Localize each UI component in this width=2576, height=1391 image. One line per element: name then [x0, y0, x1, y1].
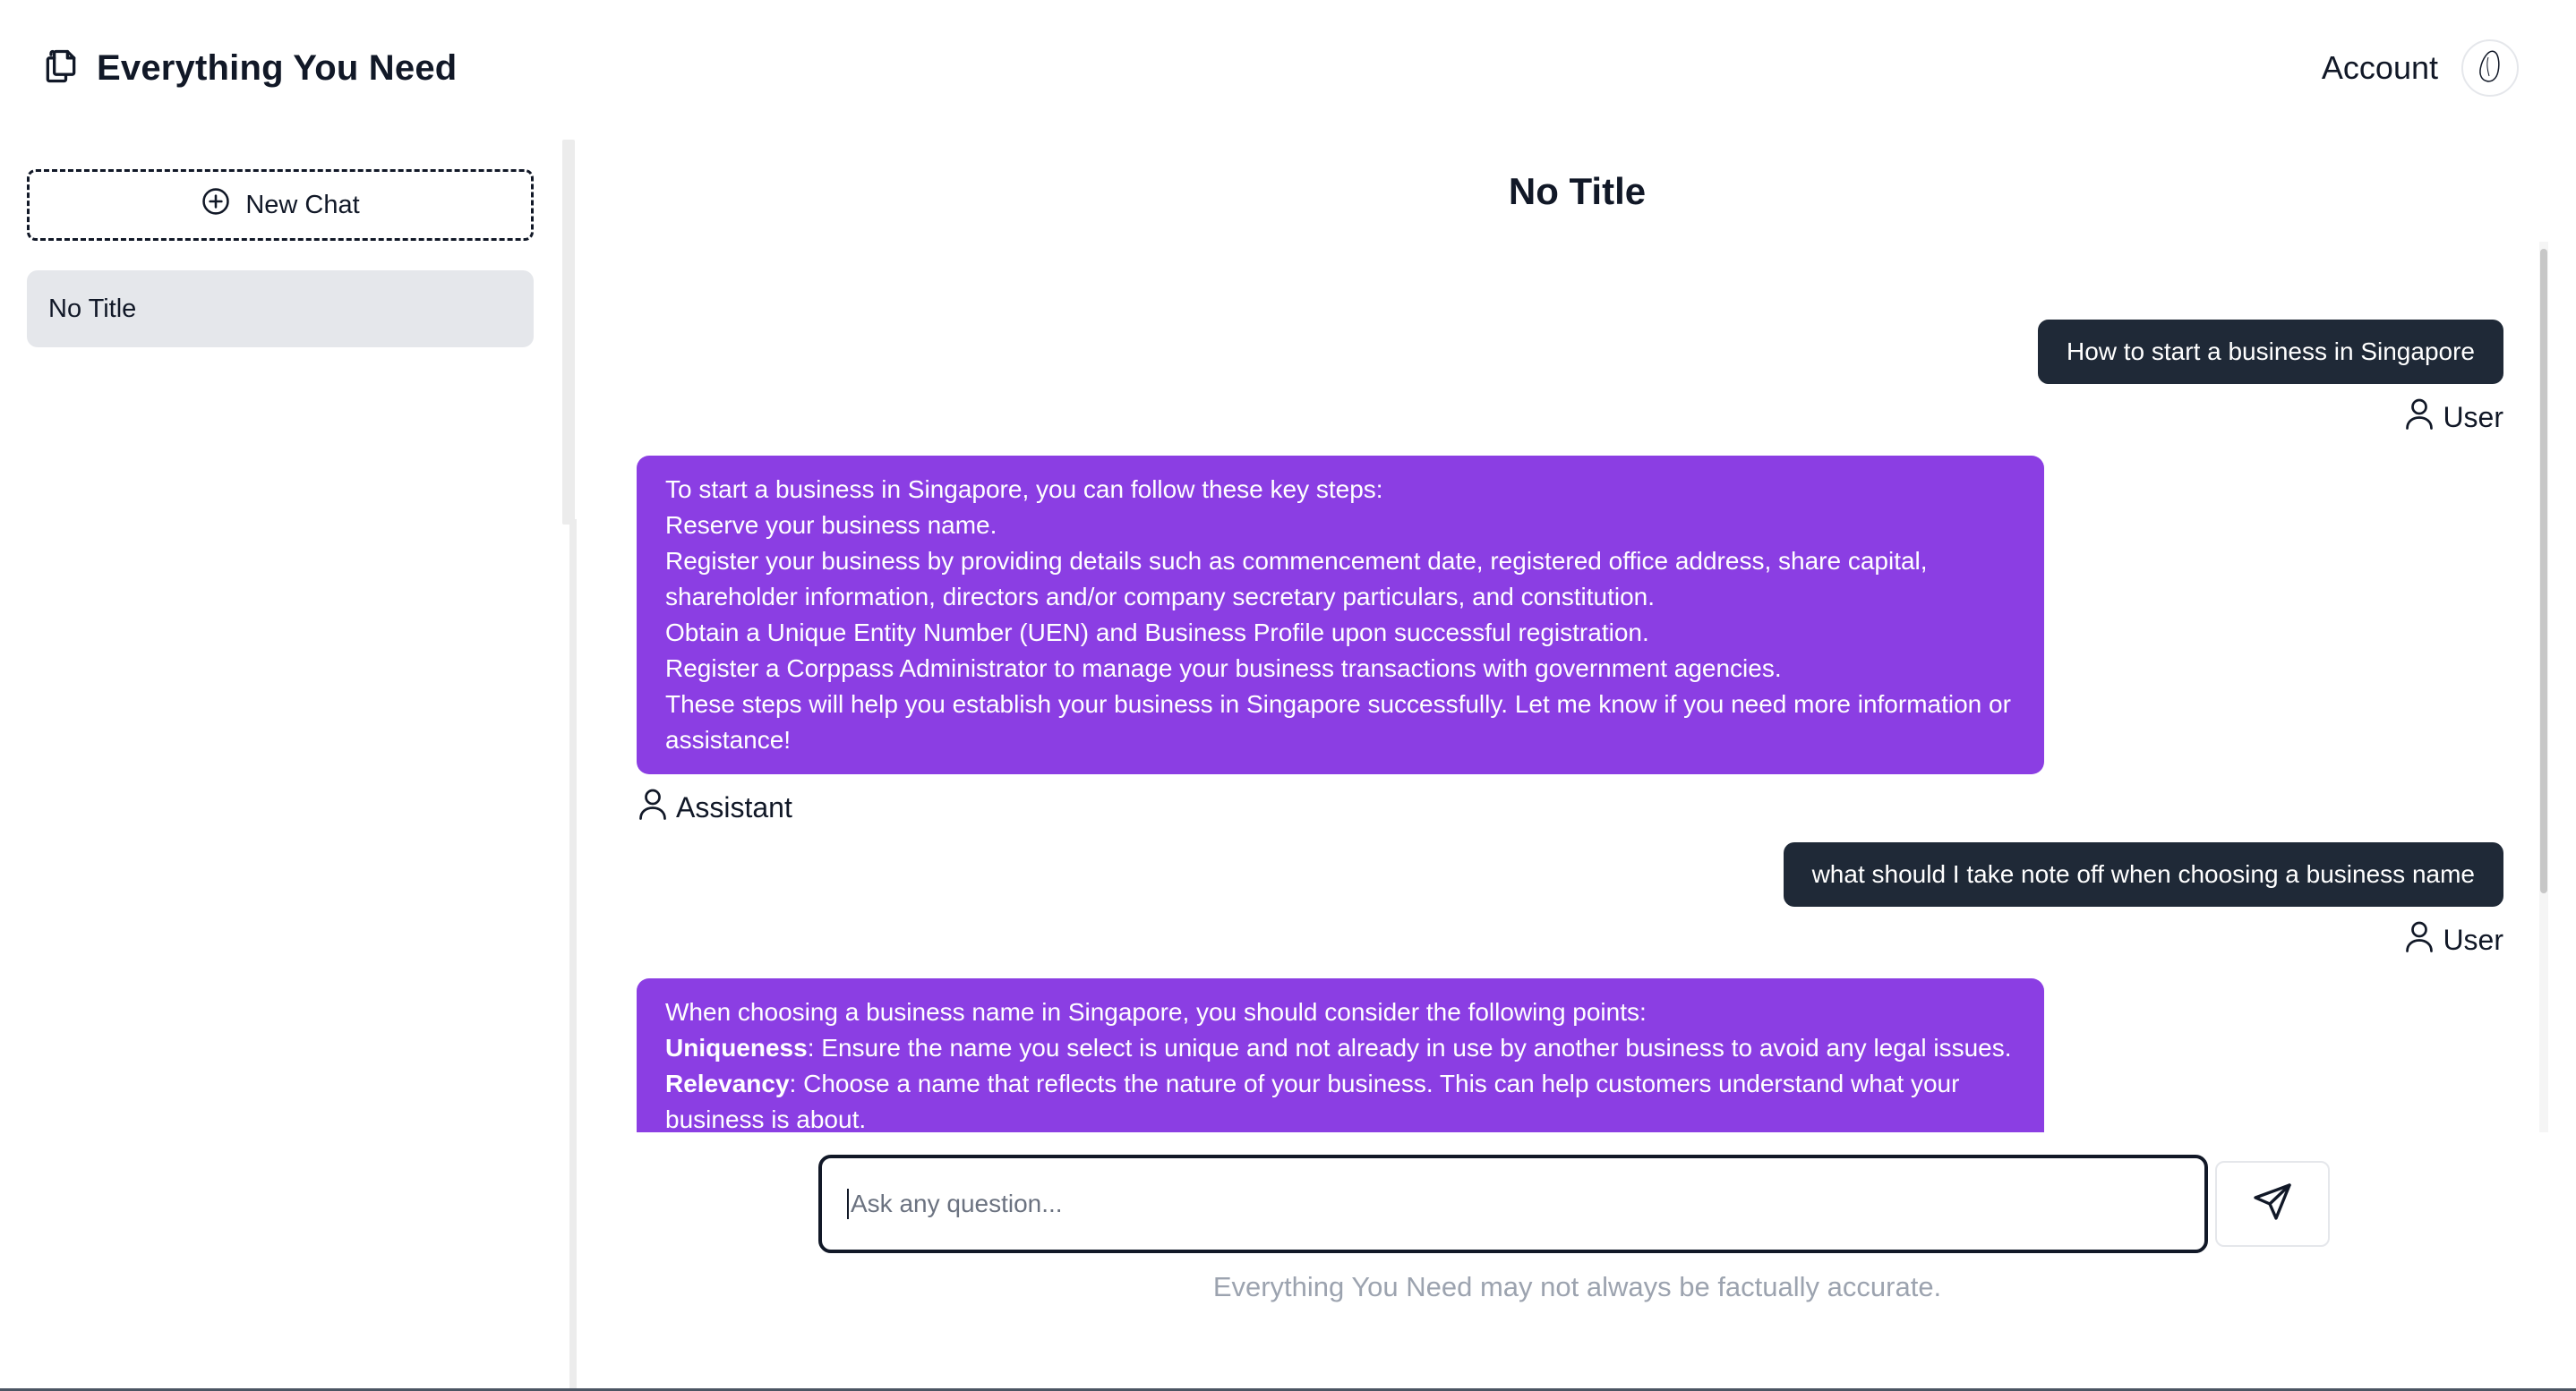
avatar-egg-icon: [2477, 48, 2503, 89]
message-role-assistant: Assistant: [637, 786, 792, 829]
message-text: what should I take note off when choosin…: [1811, 860, 2475, 888]
account-label[interactable]: Account: [2322, 49, 2438, 87]
assistant-message-bubble: When choosing a business name in Singapo…: [637, 978, 2044, 1132]
message-line: Reserve your business name.: [665, 511, 997, 539]
point-term: Uniqueness: [665, 1034, 808, 1062]
new-chat-label: New Chat: [245, 190, 360, 219]
message-line: To start a business in Singapore, you ca…: [665, 475, 1383, 503]
app-title: Everything You Need: [97, 48, 458, 88]
message-role-user: User: [2403, 396, 2503, 439]
role-label: User: [2443, 923, 2503, 956]
user-message-bubble: How to start a business in Singapore: [2037, 320, 2503, 384]
send-button[interactable]: [2215, 1161, 2330, 1247]
chat-scrollbar-thumb[interactable]: [2540, 249, 2547, 893]
point-term: Relevancy: [665, 1070, 790, 1097]
question-input[interactable]: [851, 1190, 2204, 1218]
account-menu[interactable]: Account: [2322, 39, 2519, 97]
text-caret: [847, 1189, 849, 1219]
role-label: User: [2443, 400, 2503, 433]
message-text: How to start a business in Singapore: [2066, 337, 2475, 365]
sidebar-scrollbar[interactable]: [562, 140, 575, 525]
message-list[interactable]: How to start a business in Singapore Use…: [578, 242, 2540, 1132]
message-line: These steps will help you establish your…: [665, 690, 2011, 754]
chat-item-title: No Title: [48, 294, 137, 323]
message-role-user: User: [2403, 918, 2503, 961]
new-chat-button[interactable]: New Chat: [27, 169, 534, 241]
message-point: Relevancy: Choose a name that reflects t…: [665, 1066, 2015, 1132]
app-header: Everything You Need Account: [0, 0, 2576, 140]
disclaimer-text: Everything You Need may not always be fa…: [1212, 1271, 1942, 1302]
message-line: Obtain a Unique Entity Number (UEN) and …: [665, 619, 1649, 646]
sidebar-divider[interactable]: [569, 519, 577, 1391]
plus-circle-icon: [201, 186, 231, 224]
brand[interactable]: Everything You Need: [41, 45, 457, 92]
role-label: Assistant: [676, 790, 792, 824]
send-icon: [2251, 1181, 2294, 1228]
assistant-message-bubble: To start a business in Singapore, you ca…: [637, 456, 2044, 774]
question-input-box[interactable]: [818, 1155, 2208, 1253]
chat-title: No Title: [1508, 170, 1647, 212]
user-icon: [2403, 396, 2435, 439]
sidebar-chat-item[interactable]: No Title: [27, 270, 534, 347]
message-point: Uniqueness: Ensure the name you select i…: [665, 1030, 2015, 1066]
copy-documents-icon: [41, 45, 81, 92]
point-text: : Choose a name that reflects the nature…: [665, 1070, 1960, 1132]
point-text: : Ensure the name you select is unique a…: [807, 1034, 2012, 1062]
user-message-bubble: what should I take note off when choosin…: [1783, 842, 2503, 907]
user-icon: [2403, 918, 2435, 961]
user-icon: [637, 786, 669, 829]
message-intro: When choosing a business name in Singapo…: [665, 998, 1647, 1026]
avatar[interactable]: [2461, 39, 2519, 97]
message-line: Register a Corppass Administrator to man…: [665, 654, 1782, 682]
message-line: Register your business by providing deta…: [665, 547, 1928, 610]
